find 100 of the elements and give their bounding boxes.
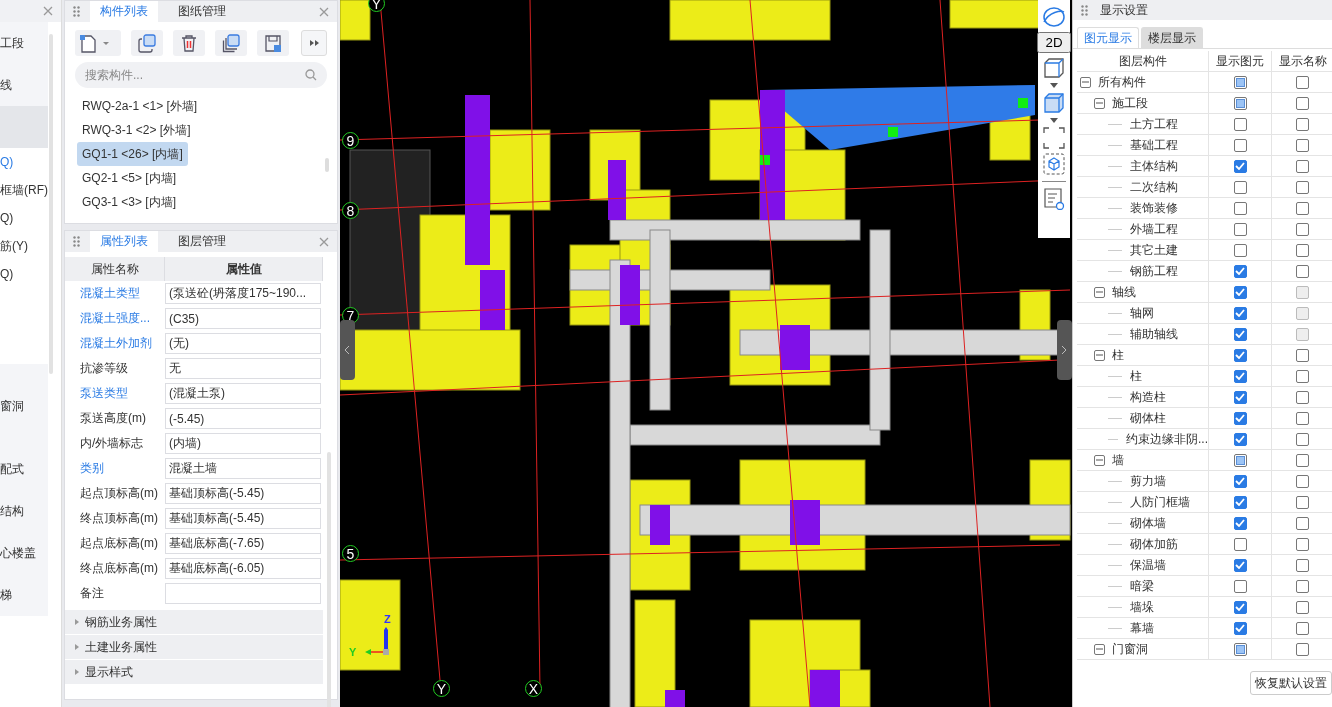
- tree-item-label[interactable]: 其它土建: [1130, 241, 1178, 259]
- tree-item-label[interactable]: 墙垛: [1130, 598, 1154, 616]
- tree-item-label[interactable]: 砌体墙: [1130, 514, 1166, 532]
- tree-item-label[interactable]: 门窗洞: [1112, 640, 1148, 658]
- toolbar-button[interactable]: [257, 30, 289, 56]
- view-button[interactable]: [1043, 6, 1065, 28]
- tree-item-label[interactable]: 保温墙: [1130, 556, 1166, 574]
- checkbox[interactable]: [1233, 117, 1247, 131]
- scrollbar-thumb[interactable]: [325, 158, 329, 172]
- tree-item[interactable]: 结构: [0, 502, 24, 520]
- tree-item-label[interactable]: 柱: [1130, 367, 1142, 385]
- toolbar-button[interactable]: [173, 30, 205, 56]
- checkbox[interactable]: [1233, 306, 1247, 320]
- property-value-field[interactable]: 基础顶标高(-5.45): [165, 483, 321, 504]
- tree-item[interactable]: 梯: [0, 586, 12, 604]
- view-button[interactable]: [1043, 127, 1065, 149]
- tree-item-label[interactable]: 砌体加筋: [1130, 535, 1178, 553]
- property-value-field[interactable]: (泵送砼(坍落度175~190...: [165, 283, 321, 304]
- tree-item[interactable]: Q): [0, 211, 14, 225]
- checkbox[interactable]: [1296, 369, 1309, 383]
- checkbox[interactable]: [1233, 390, 1247, 404]
- property-value-field[interactable]: [165, 583, 321, 604]
- tree-item[interactable]: 线: [0, 76, 12, 94]
- checkbox[interactable]: [1296, 201, 1309, 215]
- checkbox[interactable]: [1296, 390, 1309, 404]
- 2d-view-button[interactable]: 2D: [1037, 32, 1071, 53]
- panel-tab[interactable]: 属性列表: [90, 231, 158, 252]
- tree-item-label[interactable]: 构造柱: [1130, 388, 1166, 406]
- checkbox[interactable]: [1296, 474, 1309, 488]
- checkbox[interactable]: [1296, 432, 1309, 446]
- expander-toggle[interactable]: [1094, 97, 1105, 109]
- view-button[interactable]: [1043, 92, 1065, 114]
- property-name[interactable]: 混凝土强度...: [65, 306, 165, 331]
- component-item[interactable]: GQ3-1 <3> [内墙]: [77, 190, 182, 214]
- panel-tab[interactable]: 图层管理: [168, 231, 236, 252]
- tree-item-label[interactable]: 砌体柱: [1130, 409, 1166, 427]
- tree-item-label[interactable]: 装饰装修: [1130, 199, 1178, 217]
- checkbox[interactable]: [1296, 579, 1309, 593]
- expander-toggle[interactable]: [1094, 454, 1105, 466]
- tree-item-label[interactable]: 辅助轴线: [1130, 325, 1178, 343]
- property-name[interactable]: 类别: [65, 456, 165, 481]
- tree-item-label[interactable]: 外墙工程: [1130, 220, 1178, 238]
- checkbox[interactable]: [1233, 537, 1247, 551]
- checkbox[interactable]: [1296, 159, 1309, 173]
- checkbox[interactable]: [1296, 600, 1309, 614]
- panel-tab[interactable]: 图元显示: [1077, 27, 1139, 48]
- tree-item[interactable]: 窗洞: [0, 397, 24, 415]
- tree-item-label[interactable]: 轴网: [1130, 304, 1154, 322]
- toolbar-button[interactable]: [75, 30, 121, 56]
- checkbox[interactable]: [1233, 495, 1247, 509]
- checkbox[interactable]: [1233, 180, 1247, 194]
- panel-tab[interactable]: 构件列表: [90, 1, 158, 22]
- checkbox[interactable]: [1233, 558, 1247, 572]
- section-header[interactable]: 钢筋业务属性: [65, 610, 323, 634]
- checkbox[interactable]: [1233, 600, 1247, 614]
- checkbox[interactable]: [1233, 369, 1247, 383]
- expander-toggle[interactable]: [1094, 286, 1105, 298]
- property-value-field[interactable]: (内墙): [165, 433, 321, 454]
- checkbox[interactable]: [1296, 348, 1309, 362]
- checkbox[interactable]: [1296, 264, 1309, 278]
- checkbox[interactable]: [1296, 495, 1309, 509]
- component-item[interactable]: RWQ-3-1 <2> [外墙]: [77, 118, 196, 142]
- tree-item-label[interactable]: 暗梁: [1130, 577, 1154, 595]
- reset-button[interactable]: 恢复默认设置: [1250, 671, 1332, 695]
- checkbox[interactable]: [1296, 222, 1309, 236]
- property-name[interactable]: 混凝土类型: [65, 281, 165, 306]
- checkbox[interactable]: [1233, 201, 1247, 215]
- checkbox[interactable]: [1296, 558, 1309, 572]
- tree-item-label[interactable]: 土方工程: [1130, 115, 1178, 133]
- checkbox[interactable]: [1233, 348, 1247, 362]
- more-button[interactable]: [301, 30, 327, 56]
- checkbox[interactable]: [1233, 516, 1247, 530]
- checkbox[interactable]: [1296, 117, 1309, 131]
- property-name[interactable]: 泵送类型: [65, 381, 165, 406]
- tree-item-label[interactable]: 幕墙: [1130, 619, 1154, 637]
- component-item[interactable]: GQ1-1 <26> [内墙]: [77, 142, 188, 166]
- expander-toggle[interactable]: [1080, 76, 1091, 88]
- checkbox[interactable]: [1233, 264, 1247, 278]
- tree-item-label[interactable]: 人防门框墙: [1130, 493, 1190, 511]
- property-value-field[interactable]: (C35): [165, 308, 321, 329]
- checkbox[interactable]: [1296, 180, 1309, 194]
- close-icon[interactable]: [43, 6, 53, 16]
- checkbox[interactable]: [1233, 222, 1247, 236]
- checkbox[interactable]: [1296, 138, 1309, 152]
- checkbox[interactable]: [1296, 537, 1309, 551]
- property-name[interactable]: 混凝土外加剂: [65, 331, 165, 356]
- checkbox[interactable]: [1233, 474, 1247, 488]
- checkbox[interactable]: [1233, 411, 1247, 425]
- checkbox[interactable]: [1233, 285, 1247, 299]
- checkbox[interactable]: [1233, 621, 1247, 635]
- tree-item-label[interactable]: 约束边缘非阴...: [1126, 430, 1208, 448]
- collapse-handle[interactable]: [1057, 320, 1072, 380]
- tree-item-label[interactable]: 轴线: [1112, 283, 1136, 301]
- collapse-handle[interactable]: [340, 320, 355, 380]
- tree-item[interactable]: 配式: [0, 460, 24, 478]
- tree-item[interactable]: 筋(Y): [0, 237, 28, 255]
- tree-item[interactable]: 心楼盖: [0, 544, 36, 562]
- tree-item[interactable]: Q): [0, 267, 14, 281]
- property-value-field[interactable]: (混凝土泵): [165, 383, 321, 404]
- tree-item[interactable]: 工段: [0, 34, 24, 52]
